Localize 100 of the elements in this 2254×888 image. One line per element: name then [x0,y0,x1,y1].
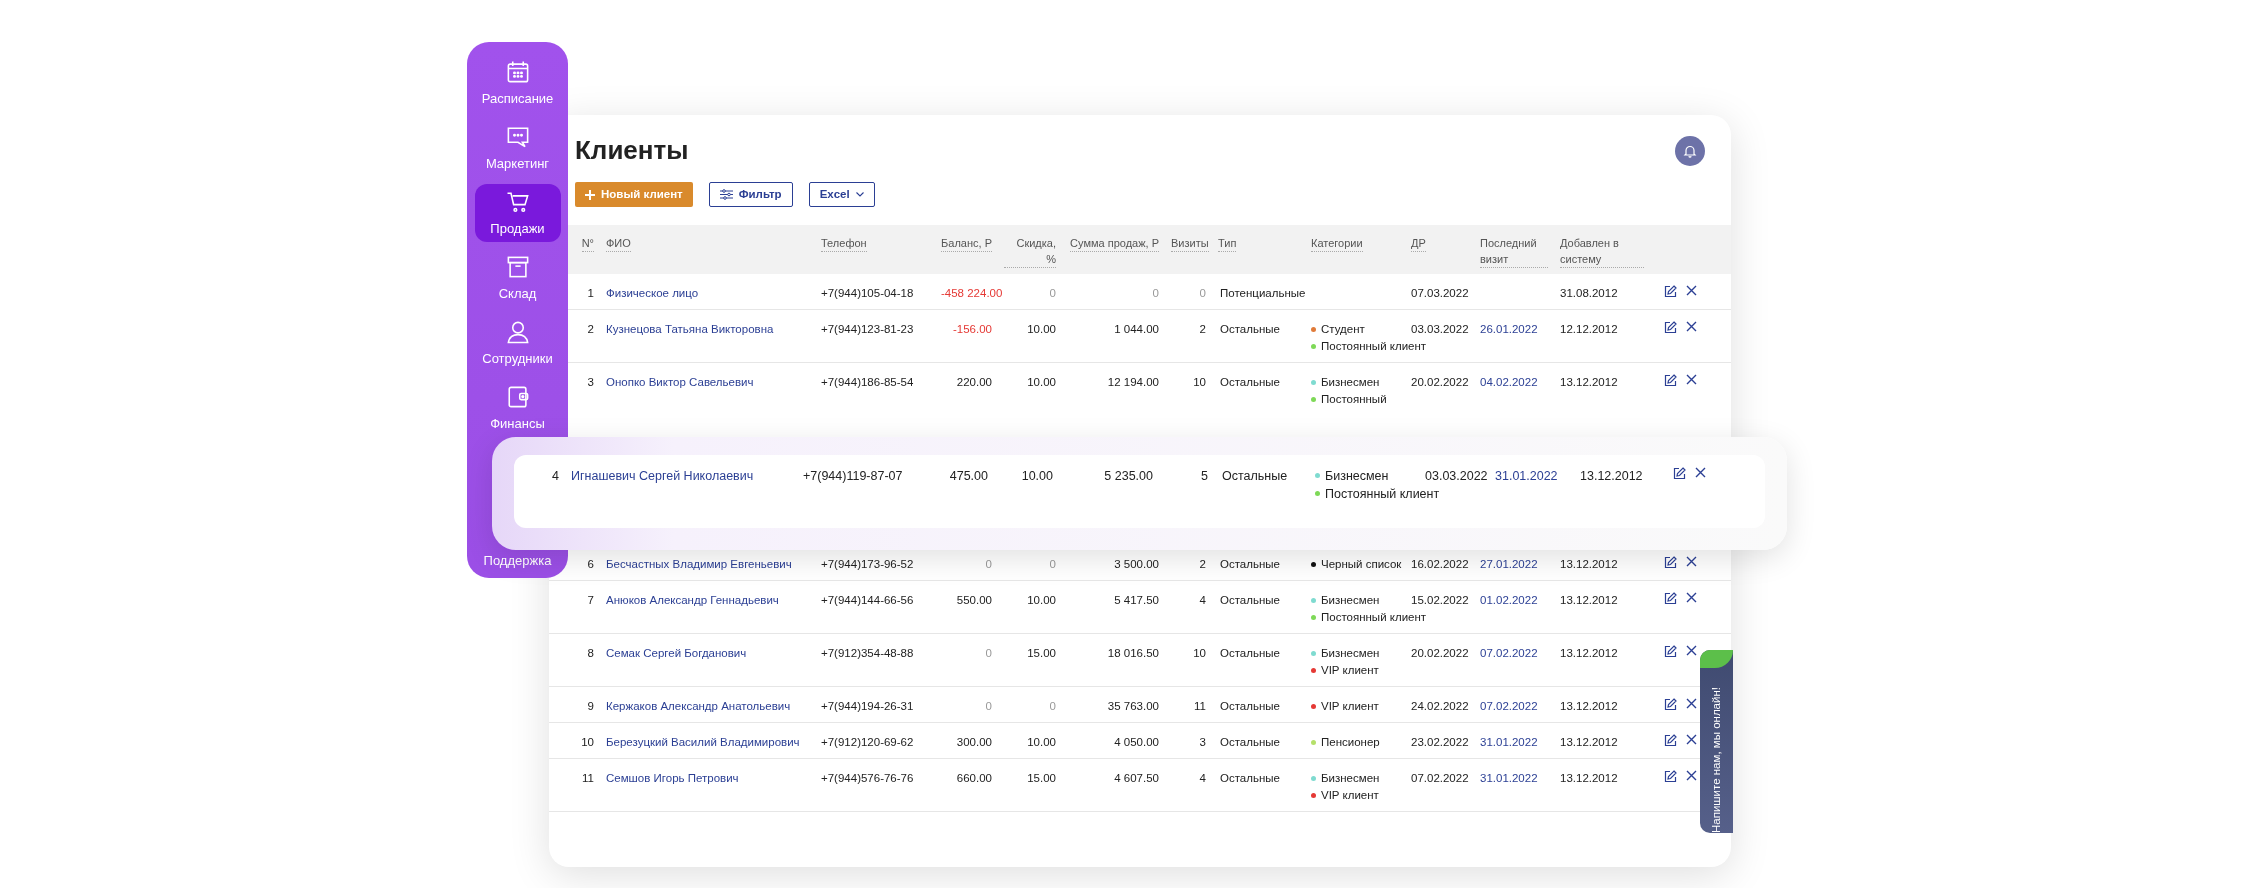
last-visit-link[interactable]: 04.02.2022 [1480,376,1538,389]
edit-icon[interactable] [1664,321,1677,335]
table-cell: 5 [1201,469,1208,483]
row-number: 2 [587,323,594,336]
close-icon[interactable] [1686,555,1697,567]
plus-icon [585,189,595,200]
table-cell: -458 224.00 [941,287,1003,300]
edit-icon[interactable] [1664,769,1677,783]
table-cell: 5 417.50 [1114,593,1159,606]
table-cell: 4 [1199,593,1206,606]
sidebar-item[interactable]: Финансы [474,379,561,437]
last-visit-link[interactable]: 31.01.2022 [1480,735,1538,748]
last-visit-link[interactable]: 31.01.2022 [1495,469,1558,483]
category-label: Бизнесмен [1321,645,1380,661]
last-visit-link[interactable]: 07.02.2022 [1480,699,1538,712]
edit-icon[interactable] [1664,733,1677,747]
category-label: Постоянный клиент [1321,609,1427,625]
close-icon[interactable] [1686,644,1697,656]
row-number: 3 [587,376,594,389]
sidebar-item[interactable]: Расписание [474,54,561,112]
table-cell: 24.02.2022 [1411,699,1469,712]
column-header[interactable]: Категории [1311,235,1363,253]
category-label: VIP клиент [1321,698,1379,714]
category-label: Постоянный клиент [1321,339,1427,355]
table-cell: 13.12.2012 [1560,557,1618,570]
column-header[interactable]: Телефон [821,235,867,253]
table-cell: 4 050.00 [1114,735,1159,748]
client-name-link[interactable]: Физическое лицо [606,287,699,300]
table-cell: 16.02.2022 [1411,557,1469,570]
category-label: Постоянный клиент [1325,486,1440,503]
edit-icon[interactable] [1664,555,1677,569]
table-row[interactable]: 4 Игнашевич Сергей Николаевич +7(944)119-87-07 475.00 10.00 5 235.00 5 Остальные Бизнесмен Постоянный клиент 03.03.2022 31.01.2022 13.12.2012 [514,455,1765,528]
client-name-link[interactable]: Игнашевич Сергей Николаевич [571,469,754,483]
close-icon[interactable] [1686,285,1697,297]
filter-button[interactable]: Фильтр [708,182,793,208]
table-cell: Потенциальные [1220,287,1306,300]
sidebar-item[interactable]: Сотрудники [474,314,561,372]
close-icon[interactable] [1686,769,1697,781]
client-name-link[interactable]: Анюков Александр Геннадьевич [606,593,779,606]
sidebar-item[interactable]: Продажи [474,184,561,242]
table-cell: +7(944)123-81-23 [821,323,914,336]
table-cell: +7(944)576-76-76 [821,771,914,784]
table-cell: +7(944)119-87-07 [803,469,903,483]
last-visit-link[interactable]: 01.02.2022 [1480,593,1538,606]
edit-icon[interactable] [1673,467,1686,480]
table-cell: 13.12.2012 [1560,699,1618,712]
notifications-button[interactable] [1675,135,1705,166]
column-header[interactable]: ДР [1411,235,1426,253]
table-cell: 03.03.2022 [1411,323,1469,336]
client-name-link[interactable]: Кержаков Александр Анатольевич [606,699,791,712]
sidebar-item[interactable]: Склад [474,249,561,307]
close-icon[interactable] [1686,733,1697,745]
table-cell: +7(944)105-04-18 [821,287,914,300]
table-cell: 300.00 [956,735,992,748]
client-name-link[interactable]: Семак Сергей Богданович [606,646,747,659]
sidebar-item[interactable]: Маркетинг [474,119,561,177]
column-header[interactable]: ФИО [606,235,631,253]
table-cell: 07.02.2022 [1411,771,1469,784]
row-number: 1 [587,287,594,300]
table-cell: 0 [1199,287,1206,300]
table-cell: 15.02.2022 [1411,593,1469,606]
category-label: Постоянный [1321,392,1387,408]
client-name-link[interactable]: Кузнецова Татьяна Викторовна [606,323,774,336]
last-visit-link[interactable]: 07.02.2022 [1480,646,1538,659]
edit-icon[interactable] [1664,374,1677,388]
sidebar-item[interactable]: Поддержка [474,551,561,571]
table-cell: Остальные [1220,323,1280,336]
close-icon[interactable] [1686,321,1697,333]
table-cell: 3 [1199,735,1206,748]
table-cell: Остальные [1222,469,1288,483]
table-cell: 12 194.00 [1107,376,1159,389]
close-icon[interactable] [1686,697,1697,709]
client-name-link[interactable]: Онопко Виктор Савельевич [606,376,754,389]
close-icon[interactable] [1686,374,1697,386]
last-visit-link[interactable]: 31.01.2022 [1480,771,1538,784]
table-cell: -156.00 [953,323,992,336]
last-visit-link[interactable]: 26.01.2022 [1480,323,1538,336]
close-icon[interactable] [1695,467,1706,478]
last-visit-link[interactable]: 27.01.2022 [1480,557,1538,570]
table-cell: 13.12.2012 [1560,376,1618,389]
column-header[interactable]: Тип [1218,235,1237,253]
table-cell: 10.00 [1021,469,1053,483]
client-name-link[interactable]: Семшов Игорь Петрович [606,771,739,784]
table-cell: 0 [1049,557,1056,570]
edit-icon[interactable] [1664,644,1677,658]
table-cell: 0 [1049,287,1056,300]
close-icon[interactable] [1686,591,1697,603]
excel-dropdown[interactable]: Excel [808,182,875,208]
table-cell: 1 044.00 [1114,323,1159,336]
client-name-link[interactable]: Бесчастных Владимир Евгеньевич [606,557,792,570]
chat-tab[interactable]: Напишите нам, мы онлайн! [1700,650,1733,833]
edit-icon[interactable] [1664,285,1677,299]
category-label: Черный список [1321,556,1402,572]
category-label: Бизнесмен [1321,592,1380,608]
client-name-link[interactable]: Березуцкий Василий Владимирович [606,735,800,748]
column-header[interactable]: N° [581,235,594,253]
edit-icon[interactable] [1664,591,1677,605]
table-cell: 0 [1049,699,1056,712]
edit-icon[interactable] [1664,697,1677,711]
table-cell: 23.02.2022 [1411,735,1469,748]
